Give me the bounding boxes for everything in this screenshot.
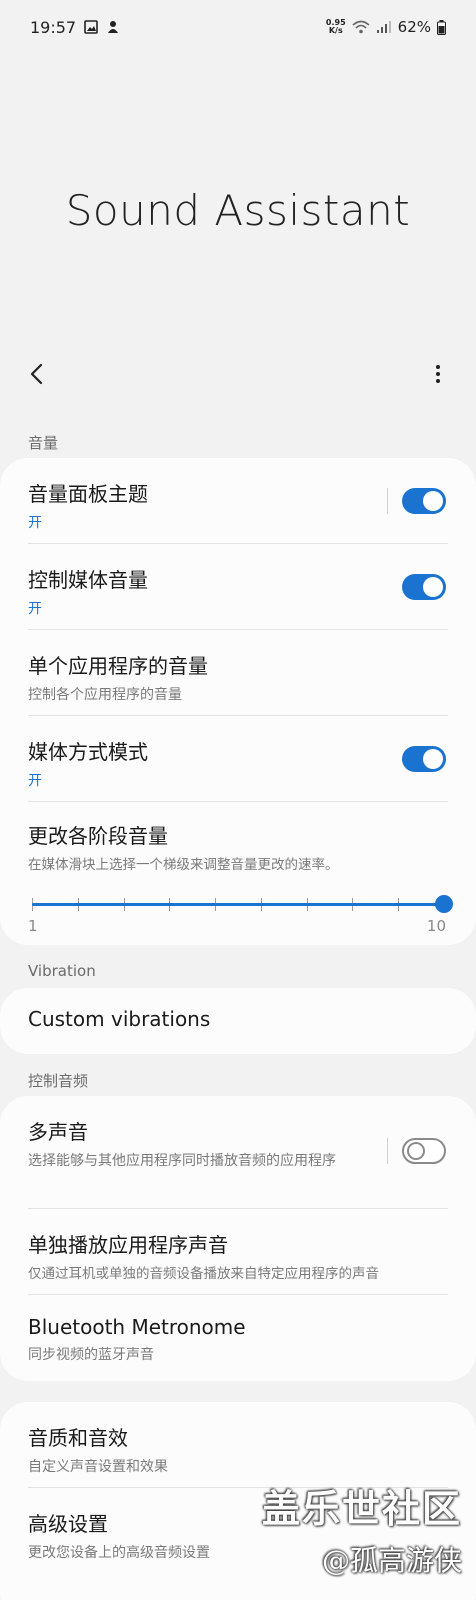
back-button[interactable]	[22, 358, 54, 390]
bluetooth-metronome-title: Bluetooth Metronome	[28, 1315, 246, 1339]
battery-percent: 62%	[397, 18, 431, 36]
bluetooth-metronome-item[interactable]: Bluetooth Metronome 同步视频的蓝牙声音	[0, 1295, 476, 1381]
control-media-item[interactable]: 控制媒体音量 开	[0, 544, 476, 630]
section-header-volume: 音量	[28, 434, 59, 452]
watermark: 盖乐世社区 @孤高游侠	[262, 1478, 462, 1579]
status-bar: 19:57 0.95 K/s 62%	[0, 0, 476, 54]
more-options-button[interactable]	[426, 358, 450, 390]
media-mode-title: 媒体方式模式	[28, 740, 148, 764]
section-header-control-audio: 控制音频	[28, 1072, 89, 1090]
watermark-line2: @孤高游侠	[321, 1544, 462, 1577]
step-volume-subtitle: 在媒体滑块上选择一个梯级来调整音量更改的速率。	[28, 857, 339, 873]
chevron-left-icon	[30, 363, 43, 385]
sound-quality-item[interactable]: 音质和音效 自定义声音设置和效果	[0, 1402, 476, 1488]
panel-theme-item[interactable]: 音量面板主题 开	[0, 458, 476, 544]
separate-app-sound-subtitle: 仅通过耳机或单独的音频设备播放来自特定应用程序的声音	[28, 1266, 379, 1282]
per-app-volume-item[interactable]: 单个应用程序的音量 控制各个应用程序的音量	[0, 630, 476, 716]
media-mode-toggle[interactable]	[402, 746, 446, 772]
app-notification-icon	[108, 21, 119, 33]
toolbar	[0, 350, 476, 398]
slider-max-label: 10	[426, 917, 446, 935]
slider-min-label: 1	[28, 917, 38, 935]
panel-theme-state: 开	[28, 515, 42, 531]
step-volume-slider[interactable]	[32, 892, 453, 916]
multi-sound-item[interactable]: 多声音 选择能够与其他应用程序同时播放音频的应用程序	[0, 1096, 476, 1209]
control-audio-card: 多声音 选择能够与其他应用程序同时播放音频的应用程序 单独播放应用程序声音 仅通…	[0, 1096, 476, 1381]
slider-thumb[interactable]	[435, 895, 453, 913]
more-vertical-icon	[436, 365, 440, 383]
multi-sound-subtitle: 选择能够与其他应用程序同时播放音频的应用程序	[28, 1153, 336, 1169]
per-app-volume-title: 单个应用程序的音量	[28, 654, 208, 678]
step-volume-item: 更改各阶段音量 在媒体滑块上选择一个梯级来调整音量更改的速率。	[0, 802, 476, 945]
multi-sound-toggle[interactable]	[402, 1138, 446, 1164]
custom-vibrations-item[interactable]: Custom vibrations	[0, 988, 476, 1054]
vibration-card: Custom vibrations	[0, 988, 476, 1054]
signal-icon	[376, 21, 391, 33]
panel-theme-title: 音量面板主题	[28, 482, 148, 506]
media-mode-state: 开	[28, 773, 42, 789]
status-time: 19:57	[30, 17, 77, 37]
separate-app-sound-item[interactable]: 单独播放应用程序声音 仅通过耳机或单独的音频设备播放来自特定应用程序的声音	[0, 1209, 476, 1295]
per-app-volume-subtitle: 控制各个应用程序的音量	[28, 687, 182, 703]
separate-app-sound-title: 单独播放应用程序声音	[28, 1233, 228, 1257]
step-volume-title: 更改各阶段音量	[28, 824, 168, 848]
network-speed: 0.95 K/s	[325, 18, 346, 35]
media-mode-item[interactable]: 媒体方式模式 开	[0, 716, 476, 802]
control-media-title: 控制媒体音量	[28, 568, 148, 592]
sound-quality-title: 音质和音效	[28, 1426, 128, 1450]
bluetooth-metronome-subtitle: 同步视频的蓝牙声音	[28, 1347, 154, 1363]
divider-vertical	[387, 1138, 388, 1164]
panel-theme-toggle[interactable]	[402, 488, 446, 514]
multi-sound-title: 多声音	[28, 1120, 88, 1144]
section-header-vibration: Vibration	[28, 962, 96, 980]
watermark-line1: 盖乐世社区	[261, 1486, 462, 1531]
wifi-icon	[352, 20, 370, 34]
custom-vibrations-title: Custom vibrations	[28, 1007, 211, 1031]
battery-icon	[437, 19, 446, 35]
volume-card: 音量面板主题 开 控制媒体音量 开 单个应用程序的音量 控制各个应用程序的音量 …	[0, 458, 476, 945]
gallery-notification-icon	[84, 20, 98, 34]
slider-track	[32, 903, 444, 906]
control-media-state: 开	[28, 601, 42, 617]
control-media-toggle[interactable]	[402, 574, 446, 600]
page-title: Sound Assistant	[65, 186, 411, 235]
sound-quality-subtitle: 自定义声音设置和效果	[28, 1459, 168, 1475]
divider-vertical	[387, 488, 388, 514]
